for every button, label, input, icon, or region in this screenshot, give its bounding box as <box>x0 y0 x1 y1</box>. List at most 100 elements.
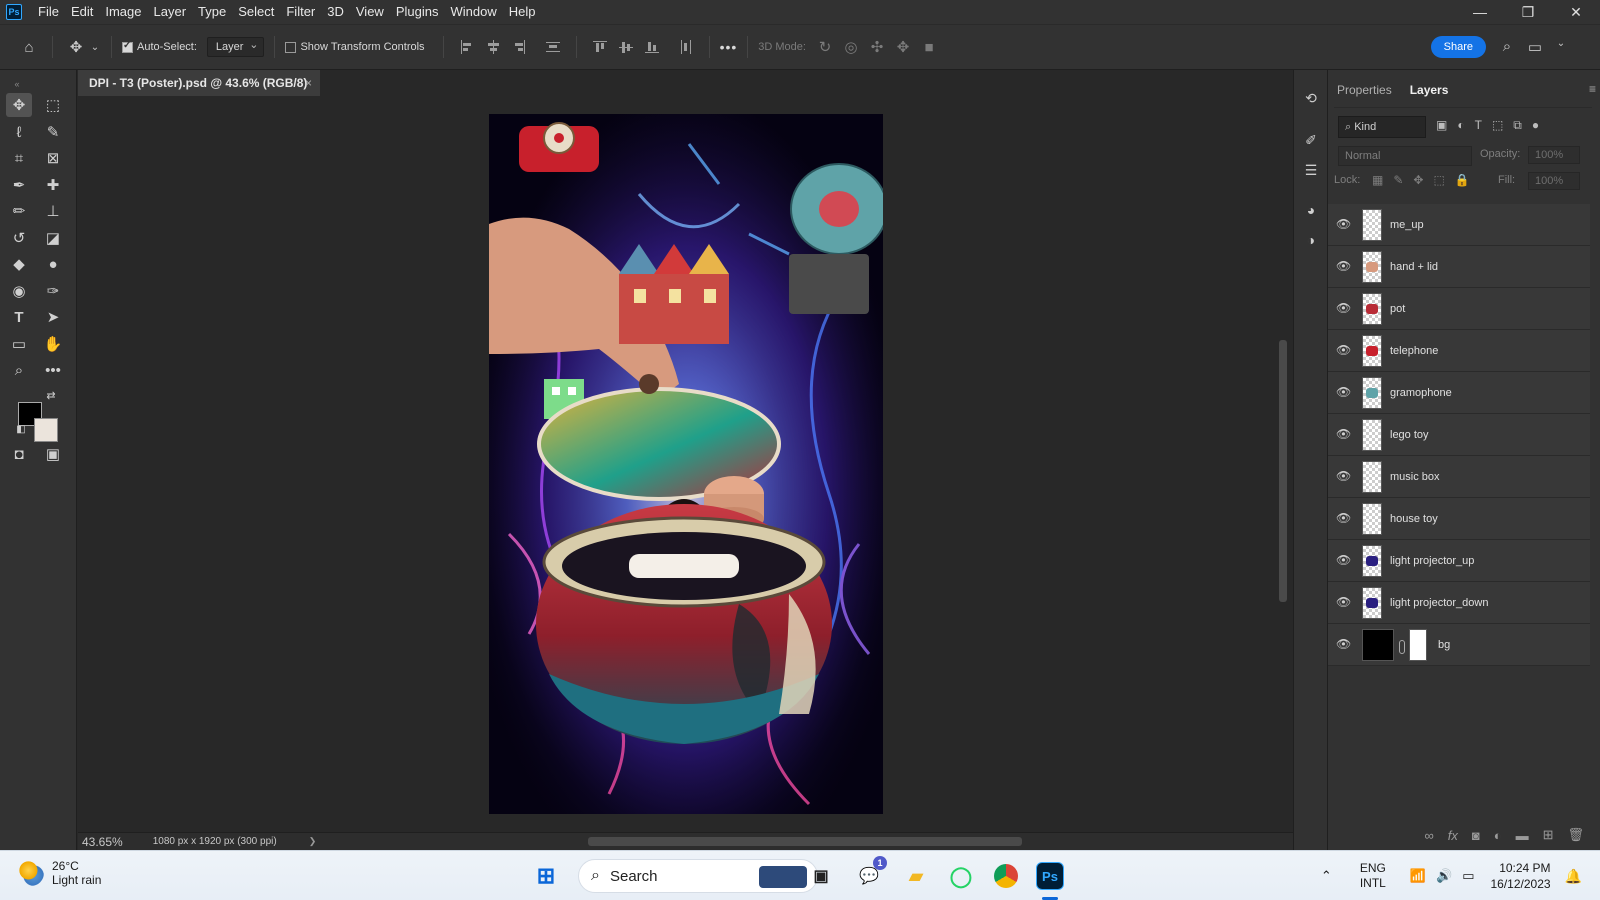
layer-row[interactable]: 👁 me_up <box>1328 204 1590 246</box>
auto-select-target-dropdown[interactable]: Layer <box>206 37 265 57</box>
start-icon[interactable]: ⊞ <box>530 860 562 892</box>
document-tab[interactable]: DPI - T3 (Poster).psd @ 43.6% (RGB/8) × <box>78 70 320 96</box>
swatches-icon[interactable]: ◑ <box>1302 232 1320 250</box>
visibility-eye-icon[interactable]: 👁 <box>1336 553 1351 567</box>
menu-view[interactable]: View <box>350 0 390 24</box>
align-top-icon[interactable] <box>592 40 607 54</box>
visibility-eye-icon[interactable]: 👁 <box>1336 595 1351 609</box>
restore-button[interactable]: ❐ <box>1504 0 1552 24</box>
menu-help[interactable]: Help <box>503 0 542 24</box>
visibility-eye-icon[interactable]: 👁 <box>1336 637 1351 651</box>
lasso-tool[interactable]: ℓ <box>6 120 32 144</box>
lock-transparency-icon[interactable]: ▦ <box>1372 173 1383 187</box>
brush-tool[interactable]: ✏ <box>6 199 32 223</box>
lock-position-icon[interactable]: ✥ <box>1413 173 1423 187</box>
teams-icon[interactable]: 💬 1 <box>853 856 887 892</box>
whatsapp-icon[interactable]: ◯ <box>945 860 977 892</box>
lock-artboard-icon[interactable]: ⬚ <box>1433 173 1444 187</box>
edit-toolbar-icon[interactable]: ••• <box>40 358 66 382</box>
menu-plugins[interactable]: Plugins <box>390 0 445 24</box>
volume-icon[interactable]: 🔊 <box>1436 868 1452 884</box>
vertical-scrollbar[interactable] <box>1279 104 1287 826</box>
file-explorer-icon[interactable]: ▰ <box>900 860 932 892</box>
dodge-tool[interactable]: ◉ <box>6 279 32 303</box>
notification-bell-icon[interactable]: 🔔 <box>1565 868 1582 885</box>
history-brush-tool[interactable]: ↺ <box>6 226 32 250</box>
type-tool[interactable]: T <box>6 305 32 329</box>
background-color-swatch[interactable] <box>34 418 58 442</box>
menu-3d[interactable]: 3D <box>321 0 350 24</box>
fill-input[interactable]: 100% <box>1528 172 1580 190</box>
photoshop-taskbar-icon[interactable]: Ps <box>1036 862 1064 890</box>
visibility-eye-icon[interactable]: 👁 <box>1336 469 1351 483</box>
menu-layer[interactable]: Layer <box>148 0 193 24</box>
new-layer-icon[interactable]: ⊞ <box>1543 827 1554 843</box>
type-filter-icon[interactable]: T <box>1475 118 1482 133</box>
blur-tool[interactable]: ● <box>40 252 66 276</box>
delete-layer-icon[interactable]: 🗑 <box>1567 827 1584 843</box>
layer-row[interactable]: 👁 music box <box>1328 456 1590 498</box>
visibility-eye-icon[interactable]: 👁 <box>1336 343 1351 357</box>
menu-filter[interactable]: Filter <box>280 0 321 24</box>
crop-tool[interactable]: ⌗ <box>6 146 32 170</box>
clone-stamp-tool[interactable]: ⊥ <box>40 199 66 223</box>
visibility-eye-icon[interactable]: 👁 <box>1336 427 1351 441</box>
input-language[interactable]: ENG INTL <box>1360 861 1386 891</box>
visibility-eye-icon[interactable]: 👁 <box>1336 217 1351 231</box>
lock-pixels-icon[interactable]: ✎ <box>1393 173 1403 187</box>
brush-settings-icon[interactable]: ✐ <box>1302 132 1320 150</box>
wifi-icon[interactable]: 📶 <box>1410 868 1426 884</box>
lock-all-icon[interactable]: 🔒 <box>1455 173 1470 187</box>
task-view-icon[interactable]: ▣ <box>805 860 837 892</box>
align-left-icon[interactable] <box>460 40 474 54</box>
tab-layers[interactable]: Layers <box>1401 78 1458 106</box>
close-tab-icon[interactable]: × <box>305 70 312 96</box>
layer-style-icon[interactable]: fx <box>1448 828 1458 843</box>
taskbar-search[interactable]: ⌕ Search <box>578 859 818 893</box>
visibility-eye-icon[interactable]: 👁 <box>1336 385 1351 399</box>
layer-row[interactable]: 👁 lego toy <box>1328 414 1590 456</box>
layer-mask-thumbnail[interactable] <box>1409 629 1427 661</box>
history-icon[interactable]: ⟲ <box>1302 90 1320 108</box>
tab-properties[interactable]: Properties <box>1328 78 1401 106</box>
layer-row[interactable]: 👁 pot <box>1328 288 1590 330</box>
menu-window[interactable]: Window <box>444 0 502 24</box>
visibility-eye-icon[interactable]: 👁 <box>1336 511 1351 525</box>
paint-bucket-tool[interactable]: ◆ <box>6 252 32 276</box>
distribute-horizontal-icon[interactable] <box>679 40 693 54</box>
color-palette-icon[interactable]: ◕ <box>1302 202 1320 220</box>
add-mask-icon[interactable]: ◙ <box>1472 828 1480 843</box>
menu-file[interactable]: File <box>32 0 65 24</box>
frame-tool[interactable]: ⊠ <box>40 146 66 170</box>
show-transform-controls-checkbox[interactable] <box>285 41 297 53</box>
menu-select[interactable]: Select <box>232 0 280 24</box>
new-group-icon[interactable]: ▬ <box>1516 828 1529 843</box>
vertical-scroll-thumb[interactable] <box>1279 340 1287 602</box>
align-center-v-icon[interactable] <box>618 40 633 54</box>
align-bottom-icon[interactable] <box>644 40 659 54</box>
eyedropper-tool[interactable]: ✒ <box>6 173 32 197</box>
screen-mode-icon[interactable]: ▣ <box>40 442 66 466</box>
opacity-input[interactable]: 100% <box>1528 146 1580 164</box>
blend-mode-dropdown[interactable]: Normal <box>1338 146 1472 166</box>
link-layers-icon[interactable]: ∞ <box>1424 828 1433 843</box>
pixel-filter-icon[interactable]: ▣ <box>1436 118 1447 133</box>
zoom-tool[interactable]: ⌕ <box>6 358 32 382</box>
align-right-icon[interactable] <box>512 40 526 54</box>
menu-type[interactable]: Type <box>192 0 232 24</box>
move-tool-icon[interactable]: ✥ <box>63 38 89 56</box>
more-options-icon[interactable]: ••• <box>720 39 738 55</box>
eraser-tool[interactable]: ◪ <box>40 226 66 250</box>
close-window-button[interactable]: ✕ <box>1552 0 1600 24</box>
mask-link-icon[interactable] <box>1399 640 1405 654</box>
smart-object-filter-icon[interactable]: ⧉ <box>1513 118 1522 133</box>
layer-row[interactable]: 👁 hand + lid <box>1328 246 1590 288</box>
battery-icon[interactable]: ▭ <box>1462 868 1474 884</box>
horizontal-scroll-thumb[interactable] <box>588 837 1022 846</box>
move-tool[interactable]: ✥ <box>6 93 32 117</box>
workspace-icon[interactable]: ▭ <box>1522 38 1548 56</box>
zoom-level[interactable]: 43.65% <box>82 835 123 849</box>
quick-mask-icon[interactable]: ◘ <box>6 442 32 466</box>
layer-kind-filter[interactable]: ⌕ Kind <box>1338 116 1426 138</box>
chrome-icon[interactable] <box>990 860 1022 892</box>
